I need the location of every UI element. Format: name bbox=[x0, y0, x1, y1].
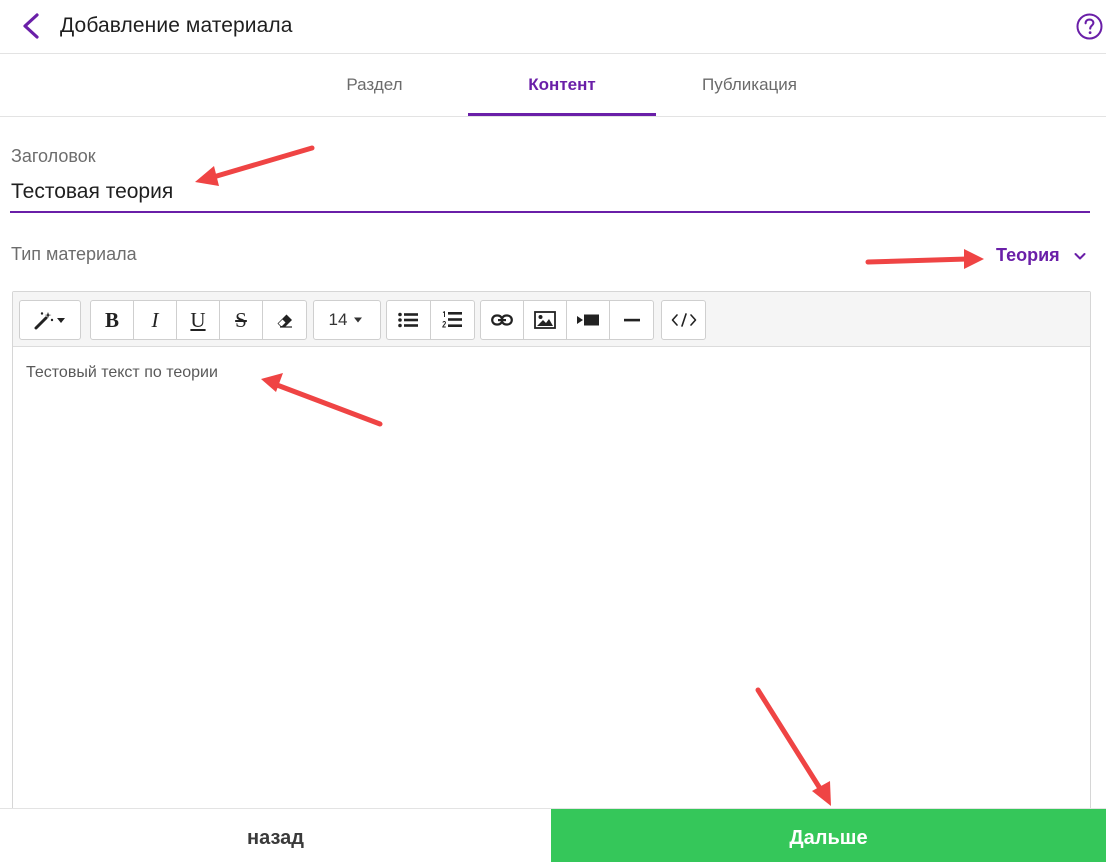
video-button[interactable] bbox=[567, 301, 610, 339]
title-input[interactable]: Тестовая теория bbox=[11, 180, 173, 204]
tab-section[interactable]: Раздел bbox=[281, 55, 468, 116]
back-button[interactable]: назад bbox=[0, 809, 551, 862]
material-type-label: Тип материала bbox=[11, 244, 137, 264]
material-type-select[interactable]: Теория bbox=[990, 243, 1094, 269]
code-view-icon bbox=[671, 313, 696, 327]
next-button[interactable]: Дальше bbox=[551, 809, 1106, 862]
font-size-value: 14 bbox=[328, 310, 348, 329]
tab-publication[interactable]: Публикация bbox=[656, 55, 843, 116]
font-size-group: 14 bbox=[313, 300, 381, 340]
underline-button[interactable]: U bbox=[177, 301, 220, 339]
code-view-button[interactable] bbox=[662, 301, 705, 339]
annotation-arrow-type bbox=[865, 249, 984, 269]
strikethrough-icon: S bbox=[235, 307, 247, 332]
insert-group bbox=[480, 300, 654, 340]
title-field-label: Заголовок bbox=[11, 146, 96, 166]
eraser-icon bbox=[277, 314, 292, 328]
bullet-list-icon bbox=[398, 312, 419, 328]
horizontal-rule-button[interactable] bbox=[610, 301, 653, 339]
step-tabs: Раздел Контент Публикация bbox=[0, 55, 1106, 117]
video-icon bbox=[577, 314, 599, 326]
chevron-left-icon bbox=[23, 13, 39, 39]
back-arrow-button[interactable] bbox=[16, 10, 46, 42]
link-button[interactable] bbox=[481, 301, 524, 339]
footer-actions: назад Дальше bbox=[0, 808, 1106, 862]
magic-wand-icon bbox=[34, 312, 65, 330]
editor-toolbar: B I U S 14 bbox=[13, 292, 1090, 347]
image-icon bbox=[534, 311, 556, 329]
magic-wand-button[interactable] bbox=[20, 301, 80, 339]
tab-content[interactable]: Контент bbox=[468, 55, 656, 116]
bullet-list-button[interactable] bbox=[387, 301, 431, 339]
code-group bbox=[661, 300, 706, 340]
numbered-list-button[interactable] bbox=[431, 301, 475, 339]
image-button[interactable] bbox=[524, 301, 567, 339]
material-type-value: Теория bbox=[996, 245, 1060, 265]
link-icon bbox=[491, 314, 513, 326]
page-title: Добавление материала bbox=[60, 14, 293, 37]
style-group bbox=[19, 300, 81, 340]
numbered-list-icon bbox=[442, 311, 463, 328]
font-size-dropdown[interactable]: 14 bbox=[314, 301, 380, 339]
format-group: B I U S bbox=[90, 300, 307, 340]
chevron-down-icon bbox=[1074, 253, 1086, 260]
editor-content[interactable]: Тестовый текст по теории bbox=[26, 364, 218, 382]
app-header: Добавление материала bbox=[0, 0, 1106, 54]
italic-button[interactable]: I bbox=[134, 301, 177, 339]
bold-icon: B bbox=[104, 307, 119, 332]
clear-format-button[interactable] bbox=[263, 301, 306, 339]
help-button[interactable] bbox=[1076, 13, 1103, 40]
rich-text-editor: B I U S 14 Тестовый текст по теории bbox=[12, 291, 1091, 821]
underline-icon: U bbox=[190, 307, 206, 332]
title-input-underline bbox=[10, 211, 1090, 213]
caret-down-icon bbox=[354, 317, 363, 323]
horizontal-rule-icon bbox=[623, 318, 640, 322]
bold-button[interactable]: B bbox=[91, 301, 134, 339]
annotation-arrow-title bbox=[195, 145, 315, 186]
question-circle-icon bbox=[1076, 13, 1103, 40]
strikethrough-button[interactable]: S bbox=[220, 301, 263, 339]
list-group bbox=[386, 300, 475, 340]
italic-icon: I bbox=[151, 307, 159, 332]
